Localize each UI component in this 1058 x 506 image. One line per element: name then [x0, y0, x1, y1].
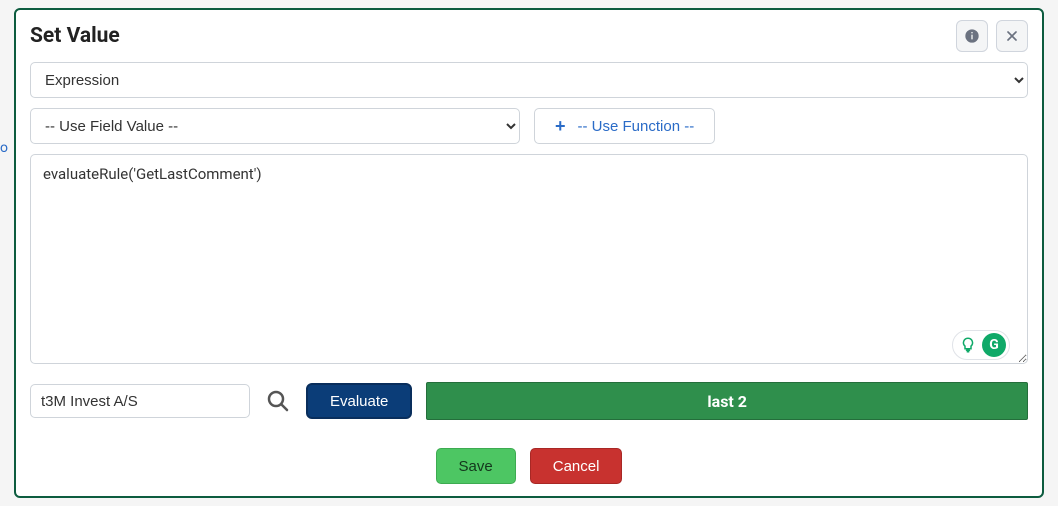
use-function-label: -- Use Function -- [578, 118, 695, 135]
info-icon [964, 28, 980, 44]
grammarly-icon[interactable]: G [982, 333, 1006, 357]
expression-editor-wrap: G [30, 154, 1028, 368]
value-type-select[interactable]: Expression [30, 62, 1028, 98]
modal-title: Set Value [30, 24, 120, 48]
evaluate-context-input[interactable] [30, 384, 250, 418]
type-row: Expression [30, 62, 1028, 98]
plus-icon: + [555, 117, 566, 135]
search-icon [266, 389, 290, 413]
field-function-row: -- Use Field Value -- + -- Use Function … [30, 108, 1028, 144]
set-value-modal: Set Value Expression -- Use Field Value … [14, 8, 1044, 498]
expression-textarea[interactable] [30, 154, 1028, 364]
info-button[interactable] [956, 20, 988, 52]
modal-footer: Save Cancel [30, 448, 1028, 484]
evaluate-row: Evaluate last 2 [30, 382, 1028, 420]
evaluate-button[interactable]: Evaluate [306, 383, 412, 419]
suggestion-icon[interactable] [956, 333, 980, 357]
cancel-button[interactable]: Cancel [530, 448, 623, 484]
evaluate-result: last 2 [426, 382, 1028, 420]
search-button[interactable] [264, 387, 292, 415]
background-text: o [0, 140, 8, 156]
modal-header: Set Value [30, 20, 1028, 52]
save-button[interactable]: Save [436, 448, 516, 484]
header-actions [956, 20, 1028, 52]
close-button[interactable] [996, 20, 1028, 52]
close-icon [1004, 28, 1020, 44]
editor-badges: G [952, 330, 1010, 360]
field-value-select[interactable]: -- Use Field Value -- [30, 108, 520, 144]
use-function-button[interactable]: + -- Use Function -- [534, 108, 715, 144]
